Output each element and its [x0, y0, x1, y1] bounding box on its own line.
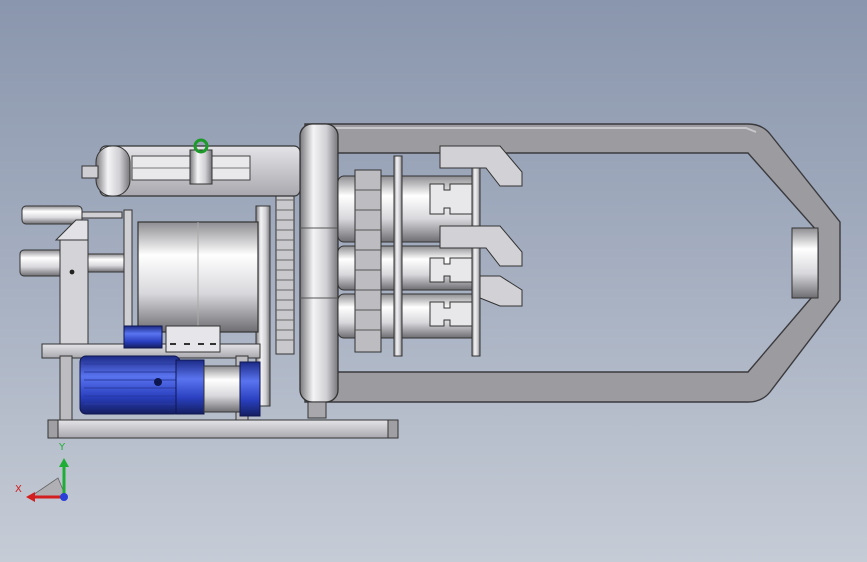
motor-junction-box: [123, 325, 163, 349]
z-axis-dot: [60, 493, 68, 501]
left-stand[interactable]: [19, 205, 125, 345]
lower-guide: [479, 275, 523, 307]
upper-housing[interactable]: [81, 138, 301, 197]
upper-pneumatic-cylinder: [21, 205, 83, 225]
gear-stack: [354, 169, 382, 353]
roller-plate-left: [393, 155, 403, 357]
machine-model[interactable]: [0, 0, 867, 562]
axis-x-label: X: [15, 484, 22, 495]
roller-assembly[interactable]: [337, 145, 523, 357]
axis-y-label: Y: [59, 442, 66, 453]
terminal-block: [165, 325, 221, 353]
drive-gear[interactable]: [255, 171, 295, 407]
main-flange[interactable]: [299, 123, 339, 419]
axis-triad[interactable]: [26, 458, 69, 502]
roller-plate-right: [471, 155, 481, 357]
base-plate: [47, 419, 399, 439]
arm-end-pad: [791, 227, 819, 299]
cad-3d-viewport[interactable]: Y X: [0, 0, 867, 562]
